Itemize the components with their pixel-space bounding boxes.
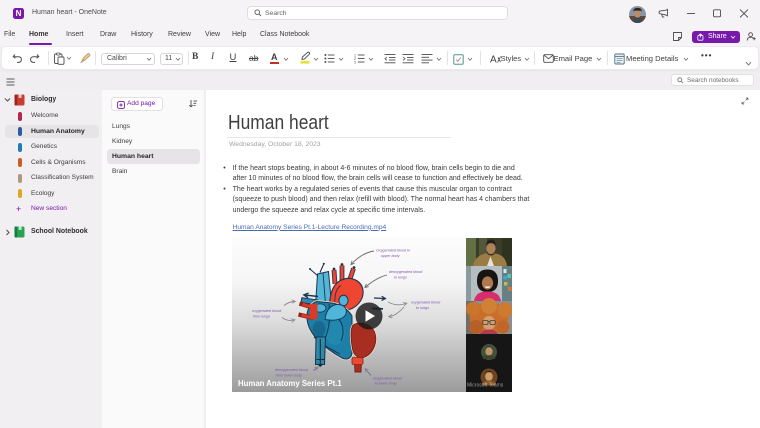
svg-text:to lower body: to lower body <box>375 382 398 386</box>
svg-text:to lungs: to lungs <box>394 276 407 280</box>
svg-text:from lower body: from lower body <box>276 374 303 378</box>
svg-text:to lungs: to lungs <box>416 306 429 310</box>
svg-text:oxygenated blood: oxygenated blood <box>373 377 403 381</box>
svg-text:upper body: upper body <box>381 254 401 258</box>
svg-text:A: A <box>490 55 497 66</box>
svg-text:deoxygenated blood: deoxygenated blood <box>275 368 309 372</box>
svg-text:oxygenated blood: oxygenated blood <box>411 301 441 305</box>
svg-text:deoxygenated blood: deoxygenated blood <box>389 270 423 274</box>
svg-text:oxygenated blood: oxygenated blood <box>252 309 282 313</box>
svg-text:Oxygenated blood to: Oxygenated blood to <box>376 249 410 253</box>
svg-text:3: 3 <box>354 61 356 64</box>
svg-text:Microsoft Teams: Microsoft Teams <box>467 383 504 389</box>
svg-text:from lungs: from lungs <box>253 315 270 319</box>
